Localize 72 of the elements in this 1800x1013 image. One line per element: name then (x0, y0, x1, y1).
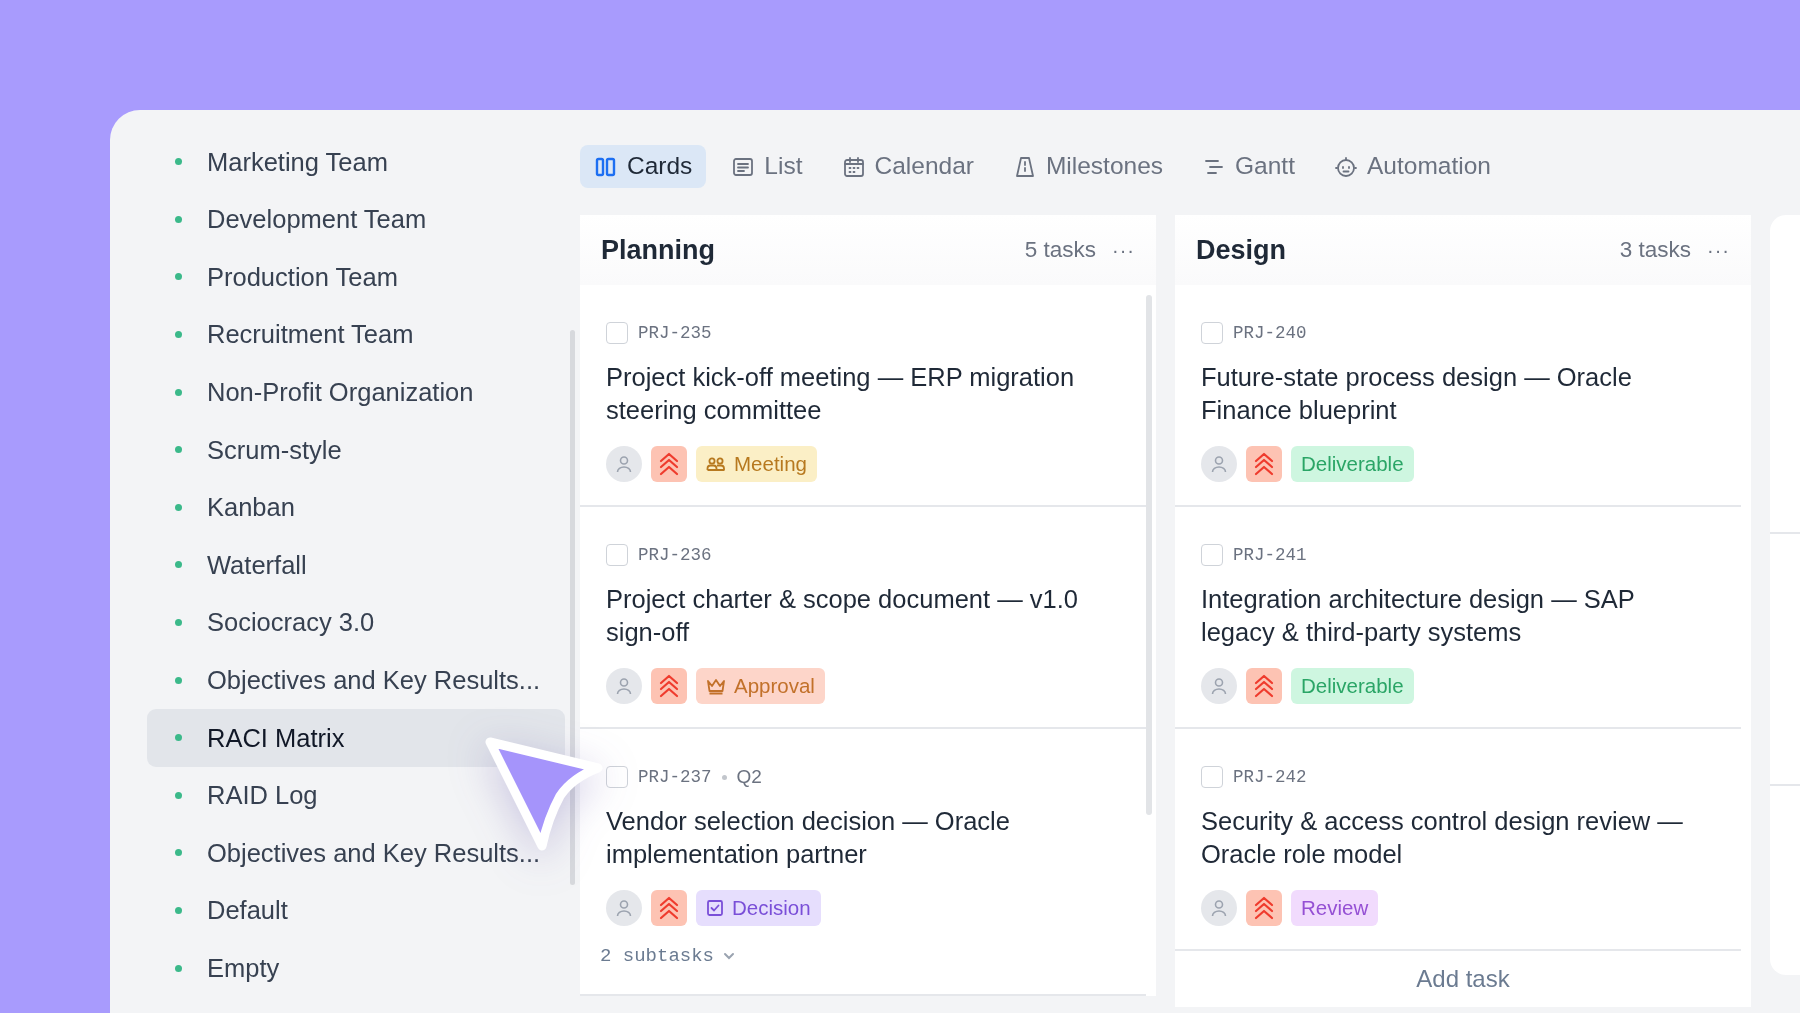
subtasks-toggle[interactable]: 2 subtasks (600, 942, 737, 971)
task-title: Project charter & scope document — v1.0 sign-off (606, 584, 1079, 648)
task-tag: Meeting (696, 446, 817, 482)
task-tag: Decision (696, 890, 821, 926)
task-quarter: Q2 (736, 764, 762, 789)
sidebar-item[interactable]: Development Team (147, 190, 565, 249)
column-title: Design (1196, 233, 1287, 267)
column-title: Planning (601, 233, 715, 267)
view-tab[interactable]: Calendar (827, 145, 988, 188)
view-tab[interactable]: List (717, 145, 817, 188)
task-checkbox[interactable] (606, 766, 628, 788)
chevron-down-icon (722, 951, 737, 962)
task-checkbox[interactable] (606, 322, 628, 344)
task-title: Future-state process design — Oracle Finance blueprint (1201, 362, 1633, 426)
scrollbar[interactable] (1146, 295, 1152, 815)
avatar-icon[interactable] (606, 446, 642, 482)
calendar-icon (841, 154, 866, 179)
avatar-icon[interactable] (606, 890, 642, 926)
task-id: PRJ-240 (1233, 321, 1307, 345)
task-title: Integration architecture design — SAP legacy & third-party systems (1201, 584, 1636, 648)
task-checkbox[interactable] (1201, 544, 1223, 566)
task-id: PRJ-237 (638, 765, 712, 789)
view-tab[interactable]: Milestones (998, 145, 1178, 188)
sidebar-item[interactable]: Waterfall (147, 536, 565, 594)
avatar-icon[interactable] (1201, 890, 1237, 926)
task-title: Project kick-off meeting — ERP migration steering committee (606, 362, 1076, 426)
task-checkbox[interactable] (1201, 766, 1223, 788)
sidebar-item[interactable]: Objectives and Key Results... (147, 651, 565, 709)
sidebar-item[interactable]: Kanban (147, 478, 565, 537)
people-icon (706, 456, 726, 472)
view-tab[interactable]: Cards (580, 145, 707, 188)
sidebar-item[interactable]: Default (147, 881, 565, 940)
view-tab[interactable]: Automation (1320, 145, 1505, 188)
task-id: PRJ-241 (1233, 543, 1307, 567)
scrollbar[interactable] (570, 330, 575, 885)
sidebar-item[interactable]: Marketing Team (147, 133, 565, 191)
task-id: PRJ-242 (1233, 765, 1307, 789)
avatar-icon[interactable] (1201, 446, 1237, 482)
task-checkbox[interactable] (606, 544, 628, 566)
sidebar-item[interactable]: Non-Profit Organization (147, 363, 565, 421)
sidebar-item[interactable]: Objectives and Key Results... (147, 824, 565, 882)
sidebar-item[interactable]: Production Team (147, 248, 565, 306)
task-tag: Deliverable (1291, 668, 1414, 704)
priority-icon (1246, 446, 1282, 482)
automation-icon (1334, 154, 1358, 179)
task-checkbox[interactable] (1201, 322, 1223, 344)
task-title: Vendor selection decision — Oracle implementation partner (606, 806, 1011, 870)
task-title: Security & access control design review — Oracle role model (1201, 806, 1684, 870)
sidebar-item[interactable]: Sociocracy 3.0 (147, 593, 565, 652)
sidebar-item[interactable]: RACI Matrix (147, 708, 565, 767)
priority-icon (651, 890, 687, 926)
avatar-icon[interactable] (606, 668, 642, 704)
task-tag: Deliverable (1291, 446, 1414, 482)
priority-icon (651, 668, 687, 704)
priority-icon (1246, 668, 1282, 704)
avatar-icon[interactable] (1201, 668, 1237, 704)
sidebar-item[interactable]: Recruitment Team (147, 305, 565, 364)
task-tag: Review (1291, 890, 1379, 926)
view-tab[interactable]: Gantt (1188, 145, 1309, 188)
priority-icon (651, 446, 687, 482)
sidebar-item[interactable]: Empty (147, 939, 565, 997)
task-tag: Approval (696, 668, 825, 704)
more-button[interactable]: ··· (1112, 235, 1135, 265)
checkbox-icon (706, 899, 724, 917)
priority-icon (1246, 890, 1282, 926)
crown-icon (706, 677, 726, 695)
sidebar-item[interactable]: Scrum-style (147, 420, 565, 479)
task-count: 3 tasks (1619, 236, 1691, 265)
task-count: 5 tasks (1024, 236, 1096, 265)
task-id: PRJ-236 (638, 543, 712, 567)
more-button[interactable]: ··· (1707, 235, 1730, 265)
task-id: PRJ-235 (638, 321, 712, 345)
